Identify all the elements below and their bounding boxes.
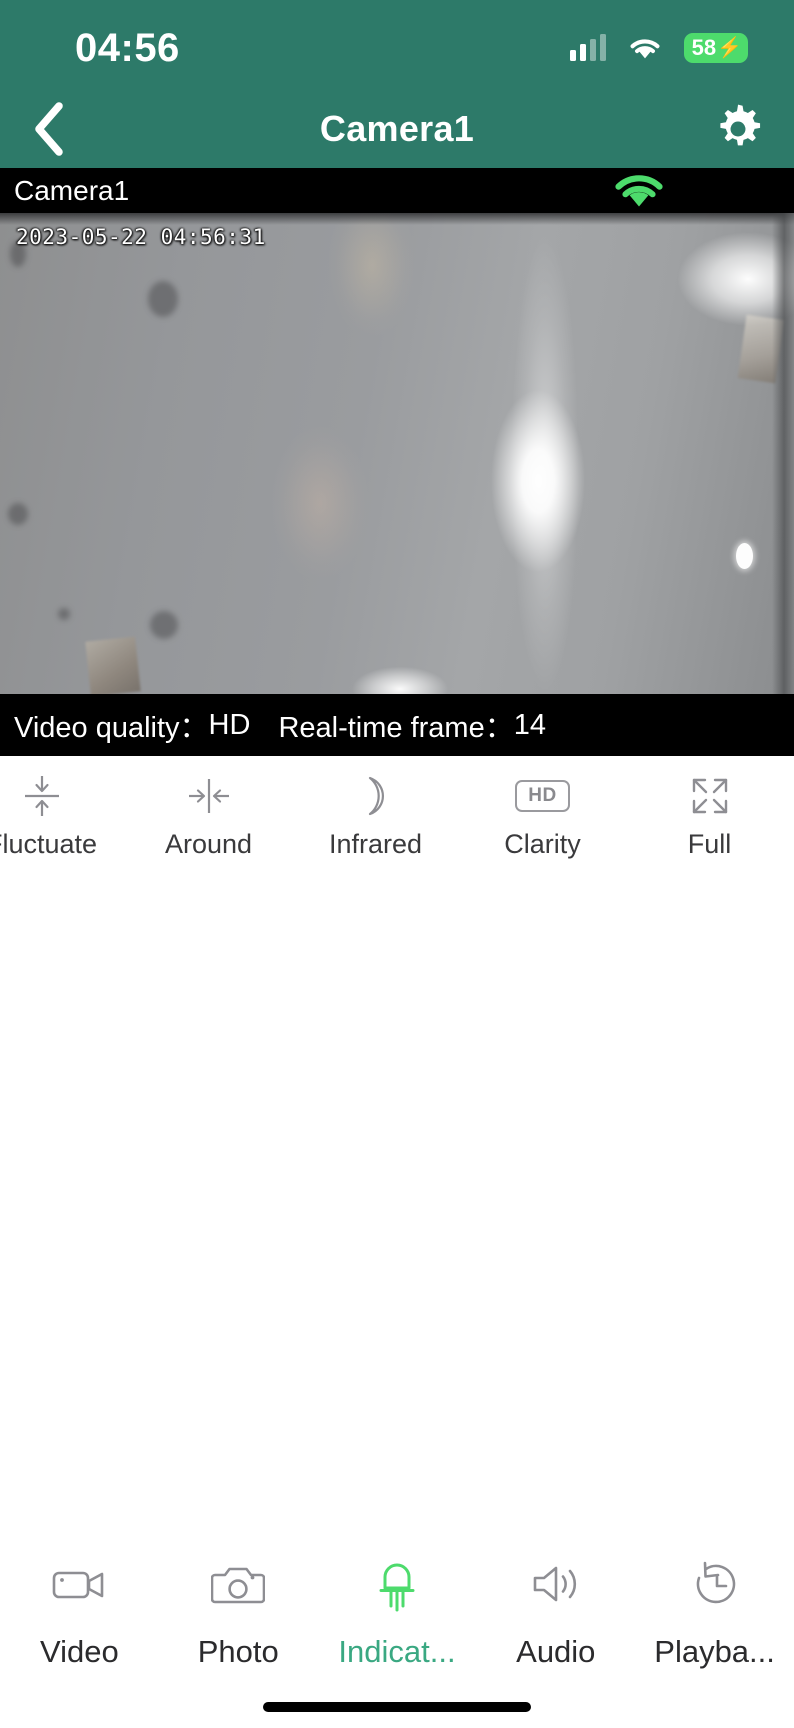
tab-label: Audio xyxy=(516,1634,596,1669)
tab-playback[interactable]: Playba... xyxy=(635,1556,794,1670)
video-edge-rail xyxy=(772,213,794,694)
video-artifact xyxy=(150,611,178,639)
status-bar: 04:56 58 ⚡ xyxy=(0,0,794,90)
status-bar-indicators: 58 ⚡ xyxy=(569,33,748,63)
video-quality-label: Video quality： xyxy=(14,712,209,744)
back-button[interactable] xyxy=(18,98,80,160)
control-label: Full xyxy=(687,828,732,859)
battery-status-badge: 58 ⚡ xyxy=(683,33,748,63)
camera-icon xyxy=(211,1556,266,1612)
camera-stream-image xyxy=(0,213,794,694)
tab-label: Photo xyxy=(197,1634,279,1669)
cellular-signal-icon xyxy=(569,34,606,61)
video-wall-plate xyxy=(85,636,141,694)
tab-label: Playba... xyxy=(654,1634,775,1669)
speaker-icon xyxy=(529,1556,583,1612)
video-light-dot xyxy=(736,543,753,569)
realtime-frame-label: Real-time frame： xyxy=(278,712,514,744)
video-feed[interactable]: 2023-05-22 04:56:31 xyxy=(0,213,794,694)
camera-control-track: Fluctuate Around xyxy=(0,765,794,860)
tab-label: Indicat... xyxy=(338,1634,456,1669)
camera-live-view-screen: 04:56 58 ⚡ Camera1 Camera1 2023-05-22 04… xyxy=(0,0,794,1728)
camcorder-icon xyxy=(50,1556,108,1612)
camera-name-strip: Camera1 xyxy=(0,168,794,213)
realtime-frame-value: 14 xyxy=(513,708,546,741)
control-around[interactable]: Around xyxy=(125,765,292,860)
video-artifact xyxy=(148,281,178,317)
settings-button[interactable] xyxy=(710,101,766,157)
nav-bar: Camera1 xyxy=(0,90,794,168)
control-infrared[interactable]: Infrared xyxy=(292,765,459,860)
hd-badge-icon: HD xyxy=(515,773,570,819)
control-full[interactable]: Full xyxy=(626,765,793,860)
battery-percent-label: 58 xyxy=(691,35,717,60)
bottom-tab-bar: Video Photo Indicat... Audio Playba... xyxy=(0,1538,794,1728)
playback-history-icon xyxy=(689,1556,741,1612)
status-bar-clock: 04:56 xyxy=(75,25,180,70)
control-label: Fluctuate xyxy=(0,828,98,859)
fullscreen-expand-icon xyxy=(686,773,734,819)
tab-audio[interactable]: Audio xyxy=(476,1556,635,1670)
charging-bolt-icon: ⚡ xyxy=(717,37,742,59)
tab-indicator[interactable]: Indicat... xyxy=(318,1556,477,1670)
fluctuate-arrows-icon xyxy=(18,773,66,819)
video-quality-value: HD xyxy=(208,708,251,741)
tab-label: Video xyxy=(40,1634,119,1669)
gear-icon xyxy=(720,104,761,146)
chevron-left-icon xyxy=(35,102,63,156)
moon-icon xyxy=(353,773,399,819)
home-indicator xyxy=(263,1702,531,1712)
control-fluctuate[interactable]: Fluctuate xyxy=(0,765,125,860)
video-timestamp-overlay: 2023-05-22 04:56:31 xyxy=(16,225,266,249)
tab-video[interactable]: Video xyxy=(0,1556,159,1670)
camera-name-label: Camera1 xyxy=(14,174,130,206)
wifi-icon xyxy=(628,35,662,61)
control-clarity[interactable]: HD Clarity xyxy=(459,765,626,860)
video-artifact xyxy=(58,608,70,620)
hd-chip-label: HD xyxy=(515,779,570,812)
page-title: Camera1 xyxy=(319,108,475,149)
control-label: Infrared xyxy=(328,828,423,859)
video-top-shadow xyxy=(0,213,794,225)
tab-photo[interactable]: Photo xyxy=(159,1556,318,1670)
content-area xyxy=(0,869,794,1538)
indicator-led-icon xyxy=(372,1556,422,1612)
around-arrows-icon xyxy=(185,773,233,819)
control-label: Around xyxy=(164,828,253,859)
camera-control-row[interactable]: Fluctuate Around xyxy=(0,756,794,869)
wifi-signal-icon xyxy=(612,172,666,210)
video-info-bar: Video quality： HD Real-time frame： 14 xyxy=(0,694,794,756)
video-artifact xyxy=(8,503,28,525)
control-label: Clarity xyxy=(504,828,581,859)
